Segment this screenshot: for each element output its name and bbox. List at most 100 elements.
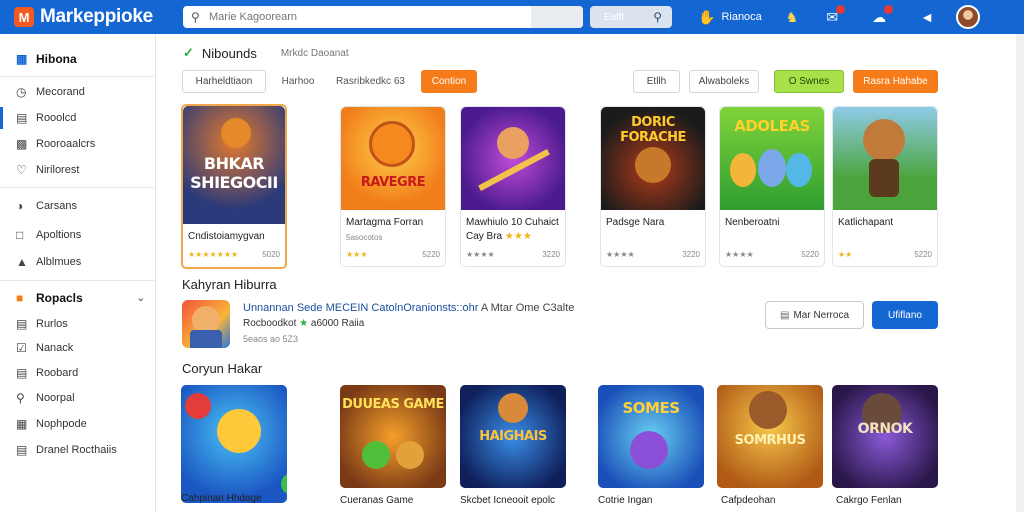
logo-text: Markeppioke [40, 6, 153, 27]
logo[interactable]: M Markeppioke [14, 6, 179, 28]
game-card[interactable]: SOMES Cotrie Ingan [598, 385, 704, 512]
vertical-scrollbar[interactable] [1016, 34, 1024, 512]
game-card[interactable]: HAIGHAIS Skcbet Icneooit epolc [460, 385, 566, 512]
sidebar-item-nophpode[interactable]: ▦ Nophpode [0, 413, 155, 435]
character-art [730, 153, 756, 187]
card-price: 5220 [914, 250, 932, 259]
folder-icon: ▤ [16, 317, 28, 331]
notification-button[interactable]: ♞ [786, 9, 799, 26]
game-card[interactable]: ORNOK Cakrgo Fenlan [832, 385, 938, 512]
game-card[interactable]: DUUEAS GAME Cueranas Game [340, 385, 446, 512]
thumbnail-art-text: ADOLEAS [734, 117, 810, 135]
game-thumbnail: SOMRHUS [717, 385, 823, 488]
game-thumbnail: ADOLEAS [720, 107, 824, 210]
character-art [497, 127, 529, 159]
bubble-art [185, 393, 211, 419]
filter-chip[interactable]: Alwaboleks [689, 70, 759, 93]
filter-chip[interactable]: Etllh [633, 70, 680, 93]
logo-badge: M [14, 7, 34, 27]
sidebar-item-reports[interactable]: ■ Ropacls ⌄ [0, 287, 155, 309]
sidebar-item-rules[interactable]: ▤ Rurlos [0, 313, 155, 335]
game-thumbnail [833, 107, 937, 210]
sidebar-divider [0, 187, 155, 188]
character-art [362, 441, 390, 469]
character-body [190, 330, 222, 348]
breadcrumb: ✓ Nibounds Mrkdc Daoanat [183, 45, 349, 61]
main-content: ✓ Nibounds Mrkdc Daoanat Harheldtiaon Ha… [157, 34, 1024, 512]
game-thumbnail [461, 107, 565, 210]
sidebar-item-coupons[interactable]: ◑ Carsans [0, 195, 155, 217]
search-button[interactable]: Ealft ⚲ [590, 6, 672, 28]
rating-stars: ★★★ [346, 250, 368, 259]
bell-icon: ♞ [785, 8, 799, 25]
more-button[interactable]: ▤ Mar Nerroca [765, 301, 864, 329]
search-icon: ⚲ [191, 10, 200, 24]
sidebar-item-noorpal[interactable]: ⚲ Noorpal [0, 387, 155, 409]
sidebar-item-label: Rurlos [36, 318, 68, 330]
rating-dots: ★★★★ [466, 250, 495, 259]
thumbnail-art-text: HAIGHAIS [479, 429, 547, 444]
character-art [635, 147, 671, 183]
featured-title-link: Unnannan Sede MECEIN CatolnOranionsts::o… [243, 302, 479, 314]
game-thumbnail: DORIC FORACHE [601, 107, 705, 210]
sidebar-item-options[interactable]: □ Apoltions [0, 224, 155, 246]
sidebar-item-popular[interactable]: ▩ Rooroaalcrs [0, 133, 155, 155]
game-card[interactable]: Katlichapant ★★ 5220 [832, 106, 938, 267]
card-meta: ★★★★ 3220 [606, 250, 700, 259]
sidebar-item-label: Roobard [36, 367, 79, 379]
filter-chip[interactable]: Harhoo [273, 70, 323, 93]
card-subtitle-text: Cay Bra [466, 231, 503, 242]
chevron-down-icon: ⌄ [136, 292, 145, 304]
filter-chip-orange[interactable]: Rasra Hahabe [853, 70, 938, 93]
install-button[interactable]: Ufiflano [872, 301, 938, 329]
messages-button[interactable]: ✉ [826, 4, 846, 26]
cloud-button[interactable]: ☁ [872, 4, 894, 26]
search-input[interactable] [209, 11, 509, 23]
filter-chip[interactable]: Rasribkedkc 63 [333, 70, 408, 93]
filter-chip-active[interactable]: Contion [421, 70, 477, 93]
card-title: Cafpdeohan [721, 495, 776, 506]
user-avatar-button[interactable] [955, 5, 980, 29]
section-title: Kahyran Hiburra [182, 277, 277, 292]
search-button-icon: ⚲ [653, 10, 662, 24]
card-title: Cahpinan Hhdage [181, 493, 262, 504]
gift-button[interactable]: ◄ [920, 9, 934, 25]
filter-chip-green[interactable]: O Swnes [774, 70, 844, 93]
nav-link-rianoca[interactable]: ✋ Rianoca [698, 9, 762, 26]
avatar [955, 5, 980, 29]
card-price: 3220 [542, 250, 560, 259]
game-card[interactable]: DORIC FORACHE Padsge Nara ★★★★ 3220 [600, 106, 706, 267]
game-thumbnail: DUUEAS GAME [340, 385, 446, 488]
game-card[interactable]: SOMRHUS Cafpdeohan [717, 385, 823, 512]
search-button-label: Ealft [604, 11, 625, 23]
featured-app-icon[interactable] [182, 300, 230, 348]
game-card[interactable]: ADOLEAS Nenberoatni ★★★★ 5220 [719, 106, 825, 267]
game-card[interactable]: RAVEGRE Martagma Forran 5asocotos ★★★ 52… [340, 106, 446, 267]
sidebar-item-recent[interactable]: ◷ Mecorand [0, 81, 155, 103]
sidebar-item-wishlist[interactable]: ♡ Nirilorest [0, 159, 155, 181]
game-card[interactable]: Mawhiulo 10 Cuhaict Cay Bra ★★★ ★★★★ 322… [460, 106, 566, 267]
thumbnail-art-text: DORIC FORACHE [620, 115, 686, 145]
sidebar-item-albums[interactable]: ▲ Alblmues [0, 251, 155, 273]
more-button-label: Mar Nerroca [793, 309, 850, 321]
doc-icon: ▤ [16, 111, 28, 125]
game-thumbnail: BHKAR SHIEGOCII [183, 106, 285, 224]
sidebar-item-active[interactable]: ▤ Rooolcd [0, 107, 155, 129]
card-title: Cndistoiamygvan [188, 231, 265, 242]
filter-chip[interactable]: Harheldtiaon [182, 70, 266, 93]
card-meta: ★★★★ 5220 [725, 250, 819, 259]
sidebar-divider [0, 280, 155, 281]
search-bar[interactable]: ⚲ [183, 6, 583, 28]
featured-title[interactable]: Unnannan Sede MECEIN CatolnOranionsts::o… [243, 302, 574, 314]
sidebar-item-roobard[interactable]: ▤ Roobard [0, 362, 155, 384]
sidebar-item-nanack[interactable]: ☑ Nanack [0, 337, 155, 359]
game-card[interactable]: BHKAR SHIEGOCII Cndistoiamygvan ★★★★★★★ … [181, 104, 287, 269]
sidebar-item-home[interactable]: ▦ Hibona [0, 48, 155, 70]
sidebar-item-dranel[interactable]: ▤ Dranel Rocthaiis [0, 439, 155, 461]
game-card[interactable]: Cahpinan Hhdage [181, 385, 287, 512]
check-icon: ☑ [16, 341, 27, 355]
chart-icon: ▲ [16, 255, 28, 269]
rating-stars: ★★★★★★★ [188, 250, 239, 259]
game-thumbnail [181, 385, 287, 503]
featured-sub-text: Rocboodkot [243, 318, 297, 329]
